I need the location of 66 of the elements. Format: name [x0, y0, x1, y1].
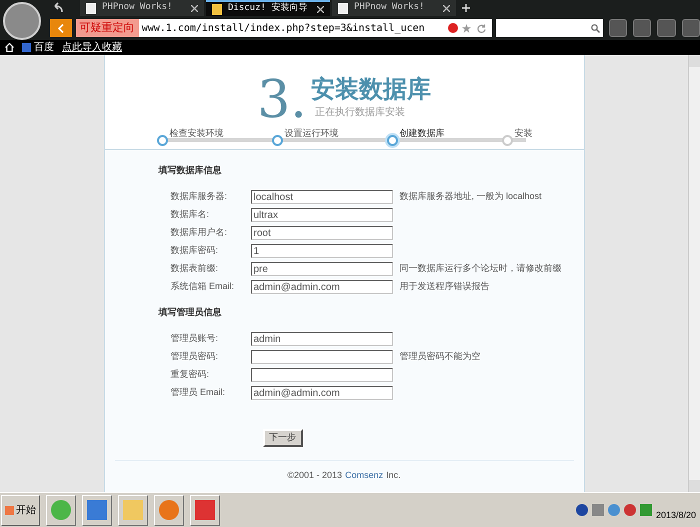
- taskbar-app-button[interactable]: [154, 494, 184, 526]
- chevron-icon: [58, 24, 64, 32]
- field-label: 重复密码:: [170, 368, 210, 382]
- text-field[interactable]: [250, 368, 392, 382]
- field-label: 数据库用户名:: [170, 226, 228, 240]
- close-icon[interactable]: [191, 4, 198, 12]
- text-field[interactable]: localhost: [250, 190, 392, 204]
- field-hint: 管理员密码不能为空: [400, 350, 480, 364]
- copyright-text: ©2001 - 2013: [287, 468, 342, 482]
- refresh-icon[interactable]: [476, 24, 486, 32]
- step-number: 3.: [257, 75, 307, 125]
- browser-tab[interactable]: Discuz! 安装向导: [206, 0, 330, 16]
- copyright-text: Inc.: [386, 468, 401, 482]
- page-subtitle: 正在执行数据库安装: [314, 106, 406, 120]
- field-label: 系统信箱 Email:: [170, 280, 236, 294]
- text-field[interactable]: root: [250, 226, 392, 240]
- field-label: 数据库服务器:: [170, 190, 228, 204]
- text-field[interactable]: admin: [250, 332, 392, 346]
- field-label: 数据库密码:: [170, 244, 220, 258]
- field-label: 管理员账号:: [170, 332, 220, 346]
- field-hint: 同一数据库运行多个论坛时，请修改前缀: [400, 262, 562, 276]
- browser-tab[interactable]: PHPnow Works!: [332, 0, 456, 16]
- page-title: 安装数据库: [310, 75, 431, 105]
- field-label: 管理员 Email:: [170, 386, 226, 400]
- redirect-warning: 可疑重定向: [76, 19, 139, 37]
- clock-date: 2013/8/20: [656, 508, 696, 522]
- step-label: 安装: [514, 127, 532, 140]
- bookmark-link[interactable]: 百度: [22, 40, 54, 55]
- field-hint: 数据库服务器地址, 一般为 localhost: [400, 190, 542, 204]
- star-icon[interactable]: [462, 24, 471, 32]
- step-label: 创建数据库: [400, 127, 444, 140]
- step-label: 检查安装环境: [170, 127, 224, 140]
- page-icon: [212, 4, 222, 14]
- page-icon: [86, 2, 96, 14]
- search-icon[interactable]: [590, 24, 600, 32]
- start-button[interactable]: 开始: [1, 494, 40, 526]
- text-field[interactable]: admin@admin.com: [250, 280, 392, 294]
- field-hint: 用于发送程序错误报告: [400, 280, 490, 294]
- close-icon[interactable]: [443, 4, 450, 12]
- text-field[interactable]: 1: [250, 244, 392, 258]
- company-link[interactable]: Comsenz: [345, 468, 384, 482]
- search-field[interactable]: [496, 19, 603, 37]
- paw-icon: [22, 43, 31, 52]
- step-label: 设置运行环境: [284, 127, 338, 140]
- page-icon: [338, 2, 348, 14]
- text-field[interactable]: admin@admin.com: [250, 386, 392, 400]
- section-heading: 填写管理员信息: [158, 306, 222, 319]
- taskbar-app-button[interactable]: [190, 494, 220, 526]
- bookmark-link[interactable]: 点此导入收藏: [62, 40, 122, 55]
- text-field[interactable]: pre: [250, 262, 392, 276]
- url-text: www.1.com/install/index.php?step=3&install_ucen: [140, 22, 426, 36]
- text-field[interactable]: ultrax: [250, 208, 392, 222]
- field-label: 数据库名:: [170, 208, 210, 222]
- new-tab-icon[interactable]: [462, 4, 470, 12]
- field-label: 数据表前缀:: [170, 262, 220, 276]
- next-button[interactable]: 下一步: [262, 428, 302, 447]
- taskbar-app-button[interactable]: [82, 494, 112, 526]
- text-field[interactable]: [250, 350, 392, 364]
- browser-tab[interactable]: PHPnow Works!: [80, 0, 204, 16]
- home-icon[interactable]: [5, 43, 14, 52]
- taskbar-app-button[interactable]: [118, 494, 148, 526]
- section-heading: 填写数据库信息: [158, 164, 222, 177]
- close-icon[interactable]: [317, 6, 324, 12]
- address-bar[interactable]: 可疑重定向 www.1.com/install/index.php?step=3&install_ucen: [76, 19, 492, 37]
- taskbar-app-button[interactable]: [46, 494, 76, 526]
- field-label: 管理员密码:: [170, 350, 220, 364]
